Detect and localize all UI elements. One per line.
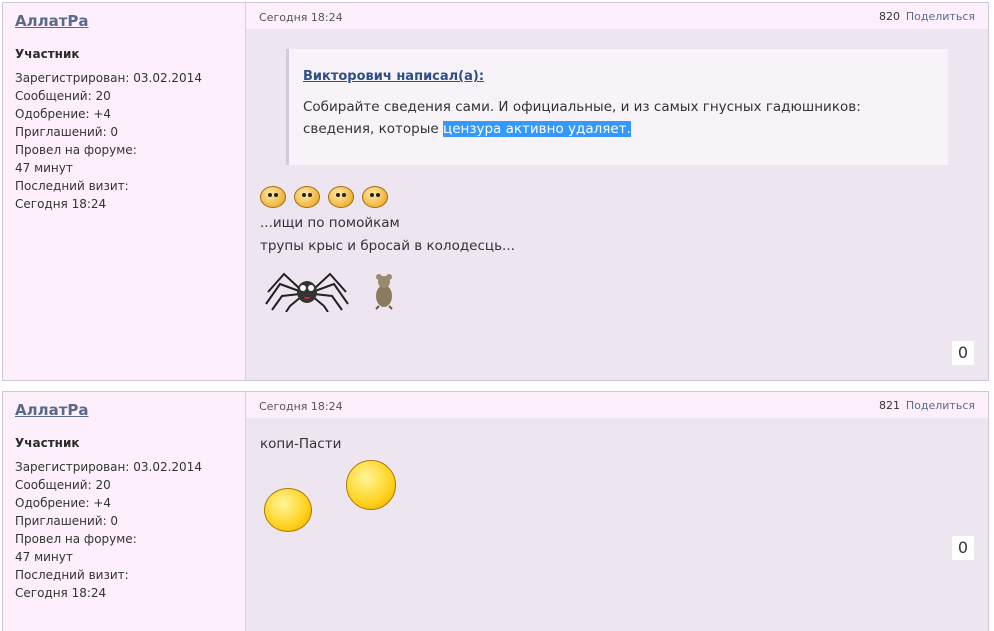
tongue-smiley-icon xyxy=(264,488,312,532)
forum-time-label: Провел на форуме: xyxy=(15,532,137,546)
quote-text: Собирайте сведения сами. И официальные, … xyxy=(303,96,934,140)
author-info: Зарегистрирован: 03.02.2014 Сообщений: 2… xyxy=(15,458,245,602)
spider-icon xyxy=(265,272,349,312)
last-visit-label: Последний визит: xyxy=(15,179,129,193)
post-number[interactable]: 820 xyxy=(879,10,900,23)
author-info: Зарегистрирован: 03.02.2014 Сообщений: 2… xyxy=(15,69,245,213)
last-visit: Сегодня 18:24 xyxy=(15,586,107,600)
post-date: Сегодня 18:24 xyxy=(259,400,343,413)
quote-text-highlight: цензура активно удаляет. xyxy=(443,121,631,137)
post-header: Сегодня 18:24 821 Поделиться xyxy=(246,392,988,418)
forum-time: 47 минут xyxy=(15,550,73,564)
registered-date: Зарегистрирован: 03.02.2014 xyxy=(15,460,202,474)
registered-date: Зарегистрирован: 03.02.2014 xyxy=(15,71,202,85)
smiley-icon xyxy=(328,186,354,208)
author-link[interactable]: АллатРа xyxy=(15,12,89,30)
post-date: Сегодня 18:24 xyxy=(259,11,343,24)
messages-count: Сообщений: 20 xyxy=(15,478,111,492)
post-text-line: копи-Пасти xyxy=(260,436,342,452)
author-sidebar: АллатРа Участник Зарегистрирован: 03.02.… xyxy=(3,392,246,631)
post-body: копи-Пасти 0 xyxy=(246,418,988,631)
approval-count: Одобрение: +4 xyxy=(15,496,112,510)
post-text-line: ...ищи по помойкам xyxy=(260,215,400,231)
share-link[interactable]: Поделиться xyxy=(906,10,975,23)
author-rank: Участник xyxy=(15,47,80,61)
last-visit: Сегодня 18:24 xyxy=(15,197,107,211)
last-visit-label: Последний визит: xyxy=(15,568,129,582)
approval-count: Одобрение: +4 xyxy=(15,107,112,121)
messages-count: Сообщений: 20 xyxy=(15,89,111,103)
rating-value[interactable]: 0 xyxy=(952,536,974,560)
quote-block: Викторович написал(а): Собирайте сведени… xyxy=(286,49,948,165)
invites-count: Приглашений: 0 xyxy=(15,125,119,139)
rating-value[interactable]: 0 xyxy=(952,341,974,365)
author-rank: Участник xyxy=(15,436,80,450)
post-body: Викторович написал(а): Собирайте сведени… xyxy=(246,29,988,380)
author-sidebar: АллатРа Участник Зарегистрирован: 03.02.… xyxy=(3,3,246,380)
invites-count: Приглашений: 0 xyxy=(15,514,119,528)
quote-author[interactable]: Викторович написал(а): xyxy=(303,69,484,84)
author-link[interactable]: АллатРа xyxy=(15,401,89,419)
smiley-icon xyxy=(260,186,286,208)
post-821: АллатРа Участник Зарегистрирован: 03.02.… xyxy=(2,391,989,631)
post-number[interactable]: 821 xyxy=(879,399,900,412)
post-text-line: трупы крыс и бросай в колодесць... xyxy=(260,238,515,254)
post-header: Сегодня 18:24 820 Поделиться xyxy=(246,3,988,29)
smiley-icon xyxy=(362,186,388,208)
smiley-row xyxy=(260,186,388,208)
share-link[interactable]: Поделиться xyxy=(906,399,975,412)
mask-smiley-icon xyxy=(346,460,396,510)
forum-time-label: Провел на форуме: xyxy=(15,143,137,157)
forum-time: 47 минут xyxy=(15,161,73,175)
smiley-icon xyxy=(294,186,320,208)
rat-icon xyxy=(375,274,393,310)
post-820: АллатРа Участник Зарегистрирован: 03.02.… xyxy=(2,2,989,381)
